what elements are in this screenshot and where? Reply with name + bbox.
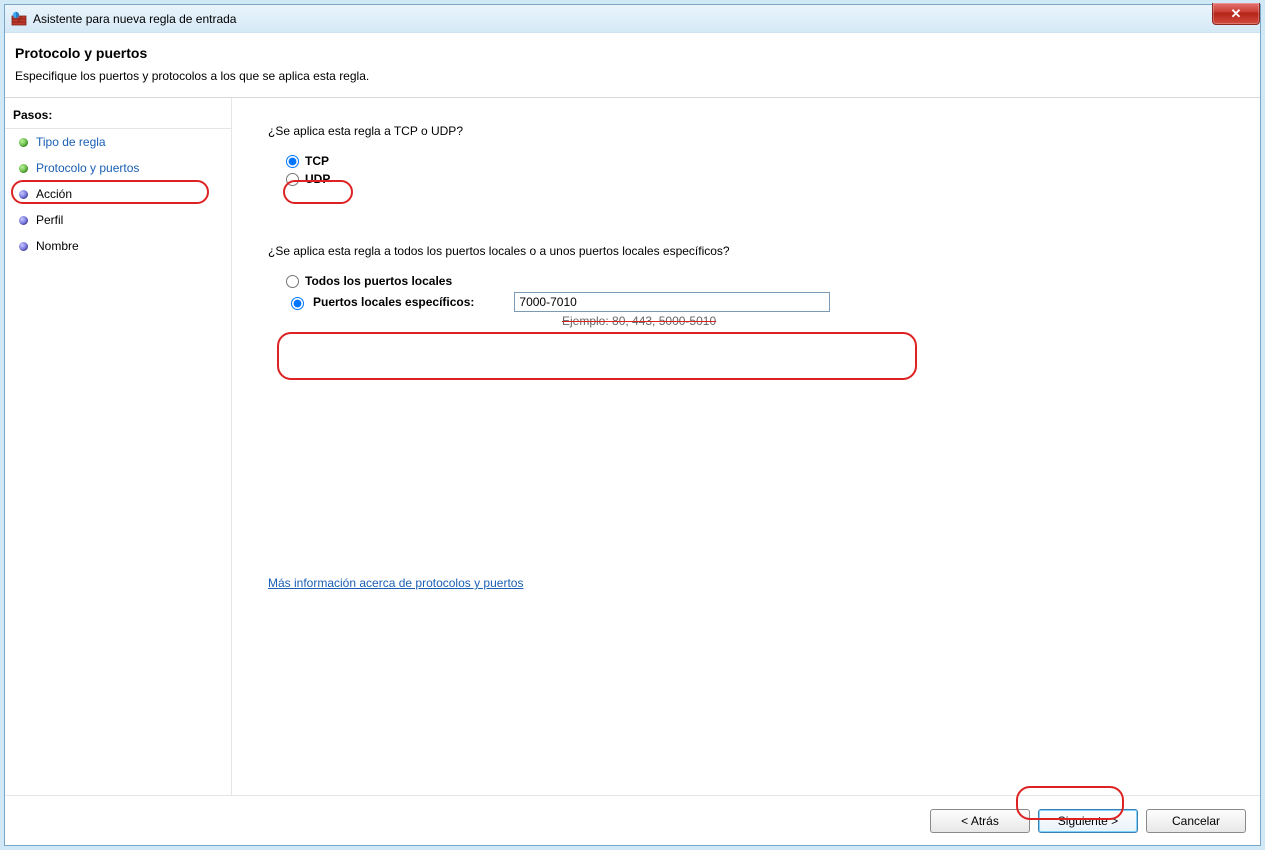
- radio-all-ports-row: Todos los puertos locales: [286, 274, 1240, 288]
- step-label: Protocolo y puertos: [36, 161, 139, 175]
- ports-example: Ejemplo: 80, 443, 5000-5010: [562, 314, 1240, 328]
- more-info-link[interactable]: Más información acerca de protocolos y p…: [268, 576, 523, 590]
- page-subtitle: Especifique los puertos y protocolos a l…: [15, 69, 1250, 83]
- radio-specific-ports-row: Puertos locales específicos:: [286, 292, 1240, 312]
- bullet-icon: [19, 138, 28, 147]
- question-ports: ¿Se aplica esta regla a todos los puerto…: [268, 244, 1240, 258]
- wizard-window: Asistente para nueva regla de entrada ✕ …: [4, 4, 1261, 846]
- body: Pasos: Tipo de regla Protocolo y puertos…: [5, 98, 1260, 796]
- step-label: Nombre: [36, 239, 79, 253]
- bullet-icon: [19, 216, 28, 225]
- ports-section: ¿Se aplica esta regla a todos los puerto…: [268, 244, 1240, 328]
- step-label: Tipo de regla: [36, 135, 106, 149]
- question-protocol: ¿Se aplica esta regla a TCP o UDP?: [268, 124, 1240, 138]
- ports-input[interactable]: [514, 292, 830, 312]
- radio-udp-label[interactable]: UDP: [305, 172, 330, 186]
- radio-specific-ports-label[interactable]: Puertos locales específicos:: [313, 295, 474, 309]
- close-button[interactable]: ✕: [1212, 3, 1260, 25]
- next-button[interactable]: Siguiente >: [1038, 809, 1138, 833]
- bullet-icon: [19, 164, 28, 173]
- titlebar: Asistente para nueva regla de entrada ✕: [5, 5, 1260, 33]
- step-label: Acción: [36, 187, 72, 201]
- bullet-icon: [19, 190, 28, 199]
- page-title: Protocolo y puertos: [15, 45, 1250, 61]
- radio-tcp-label[interactable]: TCP: [305, 154, 329, 168]
- radio-all-ports[interactable]: [286, 275, 299, 288]
- radio-udp[interactable]: [286, 173, 299, 186]
- step-label: Perfil: [36, 213, 63, 227]
- step-accion[interactable]: Acción: [5, 181, 231, 207]
- page-header: Protocolo y puertos Especifique los puer…: [5, 33, 1260, 98]
- sidebar-title: Pasos:: [5, 104, 231, 129]
- content-panel: ¿Se aplica esta regla a TCP o UDP? TCP U…: [231, 98, 1260, 796]
- radio-all-ports-label[interactable]: Todos los puertos locales: [305, 274, 452, 288]
- radio-tcp[interactable]: [286, 155, 299, 168]
- radio-specific-ports[interactable]: [291, 297, 304, 310]
- step-tipo-de-regla[interactable]: Tipo de regla: [5, 129, 231, 155]
- footer: < Atrás Siguiente > Cancelar: [5, 795, 1260, 845]
- step-perfil[interactable]: Perfil: [5, 207, 231, 233]
- cancel-button[interactable]: Cancelar: [1146, 809, 1246, 833]
- bullet-icon: [19, 242, 28, 251]
- firewall-icon: [11, 11, 27, 27]
- back-button[interactable]: < Atrás: [930, 809, 1030, 833]
- radio-tcp-row: TCP: [286, 154, 1240, 168]
- step-protocolo-y-puertos[interactable]: Protocolo y puertos: [5, 155, 231, 181]
- window-title: Asistente para nueva regla de entrada: [33, 12, 236, 26]
- steps-sidebar: Pasos: Tipo de regla Protocolo y puertos…: [5, 98, 231, 796]
- close-icon: ✕: [1231, 6, 1242, 22]
- step-nombre[interactable]: Nombre: [5, 233, 231, 259]
- radio-udp-row: UDP: [286, 172, 1240, 186]
